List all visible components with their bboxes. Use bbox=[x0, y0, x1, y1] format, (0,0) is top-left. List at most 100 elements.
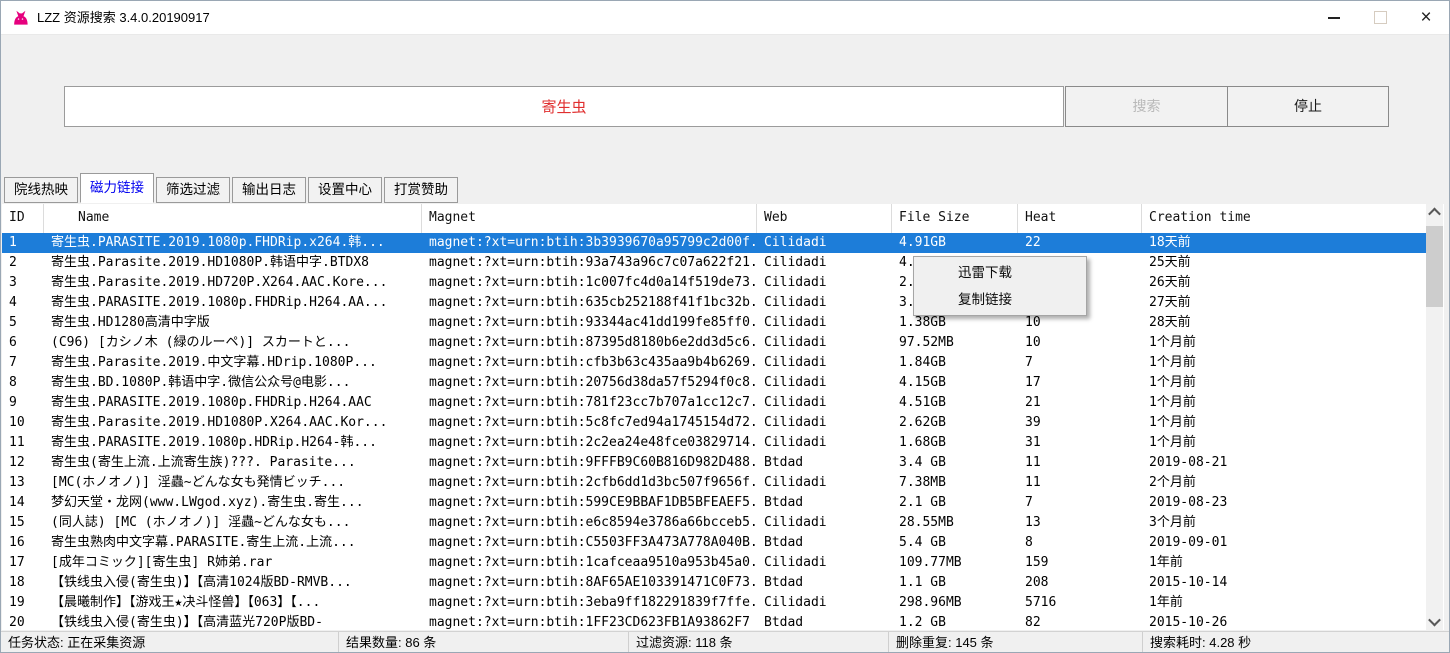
table-row[interactable]: 15(同人誌) [MC (ホノオノ)] 淫蟲~どんな女も...magnet:?x… bbox=[2, 513, 1427, 533]
cell-web: Btdad bbox=[757, 613, 892, 630]
context-menu: 迅雷下载复制链接 bbox=[913, 256, 1087, 316]
cell-web: Cilidadi bbox=[757, 373, 892, 393]
cell-web: Btdad bbox=[757, 453, 892, 473]
minimize-button[interactable] bbox=[1311, 1, 1357, 34]
cell-name: 寄生虫.BD.1080P.韩语中字.微信公众号@电影... bbox=[44, 373, 422, 393]
table-row[interactable]: 10寄生虫.Parasite.2019.HD1080P.X264.AAC.Kor… bbox=[2, 413, 1427, 433]
cell-id: 2 bbox=[2, 253, 44, 273]
column-header-web[interactable]: Web bbox=[757, 204, 892, 233]
cell-web: Cilidadi bbox=[757, 333, 892, 353]
maximize-button[interactable] bbox=[1357, 1, 1403, 34]
tab-donate[interactable]: 打赏赞助 bbox=[384, 177, 458, 203]
cell-magnet: magnet:?xt=urn:btih:C5503FF3A473A778A040… bbox=[422, 533, 757, 553]
table-row[interactable]: 19【晨曦制作】【游戏王★决斗怪兽】【063】【...magnet:?xt=ur… bbox=[2, 593, 1427, 613]
table-row[interactable]: 8寄生虫.BD.1080P.韩语中字.微信公众号@电影...magnet:?xt… bbox=[2, 373, 1427, 393]
cell-web: Cilidadi bbox=[757, 393, 892, 413]
cell-heat: 11 bbox=[1018, 453, 1142, 473]
cell-file-size: 4.91GB bbox=[892, 233, 1018, 253]
cell-creation-time: 2019-09-01 bbox=[1142, 533, 1427, 553]
cell-creation-time: 27天前 bbox=[1142, 293, 1427, 313]
vertical-scrollbar[interactable] bbox=[1426, 204, 1443, 630]
cell-file-size: 5.4 GB bbox=[892, 533, 1018, 553]
table-row[interactable]: 5寄生虫.HD1280高清中字版magnet:?xt=urn:btih:9334… bbox=[2, 313, 1427, 333]
cell-name: (C96) [カシノ木 (緑のルーペ)] スカートと... bbox=[44, 333, 422, 353]
search-button[interactable]: 搜索 bbox=[1065, 86, 1228, 127]
cell-magnet: magnet:?xt=urn:btih:87395d8180b6e2dd3d5c… bbox=[422, 333, 757, 353]
table-row[interactable]: 9寄生虫.PARASITE.2019.1080p.FHDRip.H264.AAC… bbox=[2, 393, 1427, 413]
cell-file-size: 109.77MB bbox=[892, 553, 1018, 573]
cell-name: 梦幻天堂・龙网(www.LWgod.xyz).寄生虫.寄生... bbox=[44, 493, 422, 513]
cell-id: 6 bbox=[2, 333, 44, 353]
column-header-file-size[interactable]: File Size bbox=[892, 204, 1018, 233]
close-button[interactable]: × bbox=[1403, 1, 1449, 34]
cell-file-size: 1.38GB bbox=[892, 313, 1018, 333]
table-row[interactable]: 18【铁线虫入侵(寄生虫)】【高清1024版BD-RMVB...magnet:?… bbox=[2, 573, 1427, 593]
scrollbar-thumb[interactable] bbox=[1426, 226, 1443, 307]
search-input[interactable] bbox=[64, 86, 1064, 127]
tab-cinema-hot[interactable]: 院线热映 bbox=[4, 177, 78, 203]
cell-heat: 31 bbox=[1018, 433, 1142, 453]
status-bar: 任务状态: 正在采集资源结果数量: 86 条过滤资源: 118 条删除重复: 1… bbox=[1, 631, 1450, 653]
table-row[interactable]: 12寄生虫(寄生上流.上流寄生族)???. Parasite...magnet:… bbox=[2, 453, 1427, 473]
stop-button[interactable]: 停止 bbox=[1227, 86, 1389, 127]
cell-web: Btdad bbox=[757, 493, 892, 513]
table-row[interactable]: 3寄生虫.Parasite.2019.HD720P.X264.AAC.Kore.… bbox=[2, 273, 1427, 293]
cell-name: 寄生虫.HD1280高清中字版 bbox=[44, 313, 422, 333]
cell-magnet: magnet:?xt=urn:btih:2cfb6dd1d3bc507f9656… bbox=[422, 473, 757, 493]
table-row[interactable]: 16寄生虫熟肉中文字幕.PARASITE.寄生上流.上流...magnet:?x… bbox=[2, 533, 1427, 553]
table-row[interactable]: 1寄生虫.PARASITE.2019.1080p.FHDRip.x264.韩..… bbox=[2, 233, 1427, 253]
cell-heat: 208 bbox=[1018, 573, 1142, 593]
cell-id: 4 bbox=[2, 293, 44, 313]
cell-file-size: 97.52MB bbox=[892, 333, 1018, 353]
table-row[interactable]: 11寄生虫.PARASITE.2019.1080p.HDRip.H264-韩..… bbox=[2, 433, 1427, 453]
cell-name: 寄生虫.PARASITE.2019.1080p.FHDRip.H264.AAC bbox=[44, 393, 422, 413]
tab-filter[interactable]: 筛选过滤 bbox=[156, 177, 230, 203]
menu-item-thunder-download[interactable]: 迅雷下载 bbox=[914, 259, 1086, 286]
cell-file-size: 3.4 GB bbox=[892, 453, 1018, 473]
cell-magnet: magnet:?xt=urn:btih:93a743a96c7c07a622f2… bbox=[422, 253, 757, 273]
column-header-heat[interactable]: Heat bbox=[1018, 204, 1142, 233]
scroll-down-button[interactable] bbox=[1426, 613, 1443, 630]
cell-creation-time: 1个月前 bbox=[1142, 353, 1427, 373]
cell-id: 19 bbox=[2, 593, 44, 613]
column-header-name[interactable]: Name bbox=[44, 204, 422, 233]
table-row[interactable]: 13[MC(ホノオノ)] 淫蟲~どんな女も発情ビッチ...magnet:?xt=… bbox=[2, 473, 1427, 493]
cell-heat: 17 bbox=[1018, 373, 1142, 393]
tab-magnet-links[interactable]: 磁力链接 bbox=[80, 173, 154, 203]
cell-heat: 21 bbox=[1018, 393, 1142, 413]
table-row[interactable]: 4寄生虫.PARASITE.2019.1080p.FHDRip.H264.AA.… bbox=[2, 293, 1427, 313]
cell-id: 5 bbox=[2, 313, 44, 333]
tab-output-log[interactable]: 输出日志 bbox=[232, 177, 306, 203]
column-header-creation-time[interactable]: Creation time bbox=[1142, 204, 1427, 233]
cell-name: (同人誌) [MC (ホノオノ)] 淫蟲~どんな女も... bbox=[44, 513, 422, 533]
column-header-id[interactable]: ID bbox=[2, 204, 44, 233]
chevron-up-icon bbox=[1428, 208, 1441, 221]
cell-file-size: 1.1 GB bbox=[892, 573, 1018, 593]
cell-heat: 39 bbox=[1018, 413, 1142, 433]
cell-creation-time: 1个月前 bbox=[1142, 433, 1427, 453]
cell-file-size: 1.2 GB bbox=[892, 613, 1018, 630]
cell-name: 【铁线虫入侵(寄生虫)】【高清1024版BD-RMVB... bbox=[44, 573, 422, 593]
cell-magnet: magnet:?xt=urn:btih:e6c8594e3786a66bcceb… bbox=[422, 513, 757, 533]
cell-web: Cilidadi bbox=[757, 273, 892, 293]
table-row[interactable]: 20【铁线虫入侵(寄生虫)】【高清蓝光720P版BD-magnet:?xt=ur… bbox=[2, 613, 1427, 630]
tab-settings[interactable]: 设置中心 bbox=[308, 177, 382, 203]
cell-file-size: 2.62GB bbox=[892, 413, 1018, 433]
cell-id: 13 bbox=[2, 473, 44, 493]
table-row[interactable]: 6(C96) [カシノ木 (緑のルーペ)] スカートと...magnet:?xt… bbox=[2, 333, 1427, 353]
cell-heat: 7 bbox=[1018, 493, 1142, 513]
cell-id: 3 bbox=[2, 273, 44, 293]
cell-creation-time: 2015-10-14 bbox=[1142, 573, 1427, 593]
menu-item-copy-link[interactable]: 复制链接 bbox=[914, 286, 1086, 313]
window-title: LZZ 资源搜索 3.4.0.20190917 bbox=[37, 1, 210, 34]
table-row[interactable]: 7寄生虫.Parasite.2019.中文字幕.HDrip.1080P...ma… bbox=[2, 353, 1427, 373]
scroll-up-button[interactable] bbox=[1426, 204, 1443, 221]
table-row[interactable]: 2寄生虫.Parasite.2019.HD1080P.韩语中字.BTDX8mag… bbox=[2, 253, 1427, 273]
table-row[interactable]: 17[成年コミック][寄生虫] R姉弟.rarmagnet:?xt=urn:bt… bbox=[2, 553, 1427, 573]
cell-web: Btdad bbox=[757, 533, 892, 553]
column-header-magnet[interactable]: Magnet bbox=[422, 204, 757, 233]
cell-web: Btdad bbox=[757, 573, 892, 593]
cell-web: Cilidadi bbox=[757, 513, 892, 533]
table-row[interactable]: 14梦幻天堂・龙网(www.LWgod.xyz).寄生虫.寄生...magnet… bbox=[2, 493, 1427, 513]
cell-magnet: magnet:?xt=urn:btih:781f23cc7b707a1cc12c… bbox=[422, 393, 757, 413]
